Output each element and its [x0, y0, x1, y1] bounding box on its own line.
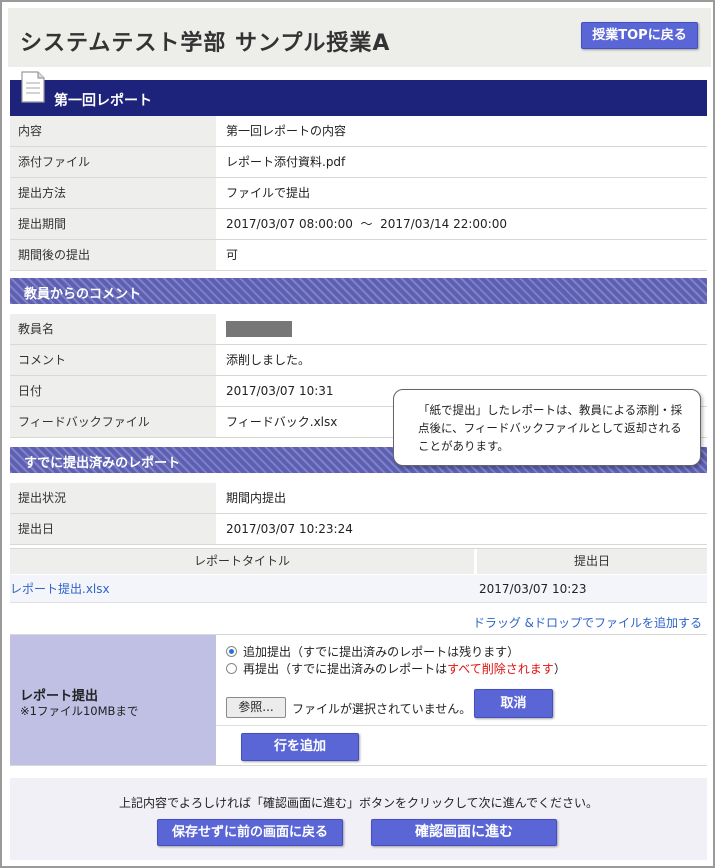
course-header: システムテスト学部 サンプル授業A 授業TOPに戻る: [8, 8, 711, 67]
row-label: 提出状況: [10, 483, 216, 513]
confirm-button[interactable]: 確認画面に進む: [371, 819, 557, 846]
upload-section: レポート提出 ※1ファイル10MBまで 追加提出（すでに提出済みのレポートは残り…: [10, 634, 707, 766]
info-row-status: 提出状況 期間内提出: [10, 483, 707, 514]
no-file-text: ファイルが選択されていません。: [292, 702, 472, 716]
info-row-period: 提出期間 2017/03/07 08:00:00 〜 2017/03/14 22…: [10, 209, 707, 240]
submitted-file-link[interactable]: レポート提出.xlsx: [10, 575, 110, 603]
footer: 上記内容でよろしければ「確認画面に進む」ボタンをクリックして次に進んでください。…: [10, 778, 707, 860]
info-row-attachment: 添付ファイル レポート添付資料.pdf: [10, 147, 707, 178]
row-label: 添付ファイル: [10, 147, 216, 177]
row-value: ファイルで提出: [226, 186, 311, 200]
browse-button[interactable]: 参照...: [226, 697, 286, 718]
report-section-header: 第一回レポート: [10, 71, 707, 116]
submitted-section-title: すでに提出済みのレポート: [24, 456, 181, 471]
info-row-comment: コメント 添削しました。: [10, 345, 707, 376]
feedback-file-link[interactable]: フィードバック.xlsx: [226, 407, 337, 437]
row-value: 可: [226, 248, 239, 262]
document-icon: [21, 71, 45, 103]
page-title: システムテスト学部 サンプル授業A: [20, 31, 391, 56]
radio-label-resubmit: 再提出（すでに提出済みのレポートは: [243, 662, 448, 676]
row-label: 期間後の提出: [10, 240, 216, 270]
row-label: 提出日: [10, 514, 216, 544]
add-row-button[interactable]: 行を追加: [241, 733, 359, 761]
row-label: 教員名: [10, 314, 216, 344]
comment-section-header: 教員からのコメント: [10, 278, 707, 304]
drag-drop-link[interactable]: ドラッグ &ドロップでファイルを追加する: [473, 614, 702, 631]
row-label: コメント: [10, 345, 216, 375]
row-value: 期間内提出: [226, 491, 287, 505]
course-top-button[interactable]: 授業TOPに戻る: [581, 22, 698, 49]
delete-warning: すべて削除されます: [447, 662, 554, 676]
footer-instruction: 上記内容でよろしければ「確認画面に進む」ボタンをクリックして次に進んでください。: [118, 796, 599, 810]
radio-option-resubmit[interactable]: 再提出（すでに提出済みのレポートはすべて削除されます）: [226, 660, 566, 677]
radio-label-append: 追加提出（すでに提出済みのレポートは残ります）: [243, 645, 520, 659]
row-value: [226, 314, 292, 344]
divider: [216, 725, 707, 726]
redacted-name: [226, 320, 292, 337]
column-header-title: レポートタイトル: [10, 549, 474, 574]
back-button[interactable]: 保存せずに前の画面に戻る: [157, 819, 343, 846]
row-label: 提出方法: [10, 178, 216, 208]
report-section-title: 第一回レポート: [54, 93, 152, 109]
comment-section-title: 教員からのコメント: [24, 287, 142, 302]
row-value: 第一回レポートの内容: [226, 124, 347, 138]
row-label: フィードバックファイル: [10, 407, 216, 437]
info-row-teacher: 教員名: [10, 314, 707, 345]
row-value: 2017/03/07 10:23:24: [226, 522, 353, 536]
radio-option-append[interactable]: 追加提出（すでに提出済みのレポートは残ります）: [226, 643, 519, 660]
submitted-file-date: 2017/03/07 10:23: [479, 582, 587, 596]
row-label: 日付: [10, 376, 216, 406]
callout-tooltip: 「紙で提出」したレポートは、教員による添削・採点後に、フィードバックファイルとし…: [393, 389, 701, 466]
table-row: レポート提出.xlsx 2017/03/07 10:23: [10, 575, 707, 603]
row-value: 2017/03/07 08:00:00 〜 2017/03/14 22:00:0…: [226, 217, 508, 231]
info-row-method: 提出方法 ファイルで提出: [10, 178, 707, 209]
radio-button-append[interactable]: [226, 646, 237, 657]
info-row-content: 内容 第一回レポートの内容: [10, 116, 707, 147]
row-label: 内容: [10, 116, 216, 146]
upload-label: レポート提出: [20, 689, 99, 704]
column-header-date: 提出日: [477, 549, 707, 574]
page-frame: システムテスト学部 サンプル授業A 授業TOPに戻る 第一回レポート 内容 第一…: [0, 0, 715, 868]
radio-label-suffix: ）: [553, 662, 566, 676]
upload-size-note: ※1ファイル10MBまで: [20, 704, 139, 718]
submission-table-header: レポートタイトル 提出日: [10, 548, 707, 574]
radio-button-resubmit[interactable]: [226, 663, 237, 674]
info-row-late-submission: 期間後の提出 可: [10, 240, 707, 271]
info-row-submitted-date: 提出日 2017/03/07 10:23:24: [10, 514, 707, 545]
attachment-link[interactable]: レポート添付資料.pdf: [226, 147, 345, 177]
upload-label-cell: レポート提出 ※1ファイル10MBまで: [10, 635, 216, 765]
row-value: 添削しました。: [226, 353, 311, 367]
row-label: 提出期間: [10, 209, 216, 239]
clear-button[interactable]: 取消: [474, 689, 553, 718]
row-value: 2017/03/07 10:31: [226, 384, 334, 398]
